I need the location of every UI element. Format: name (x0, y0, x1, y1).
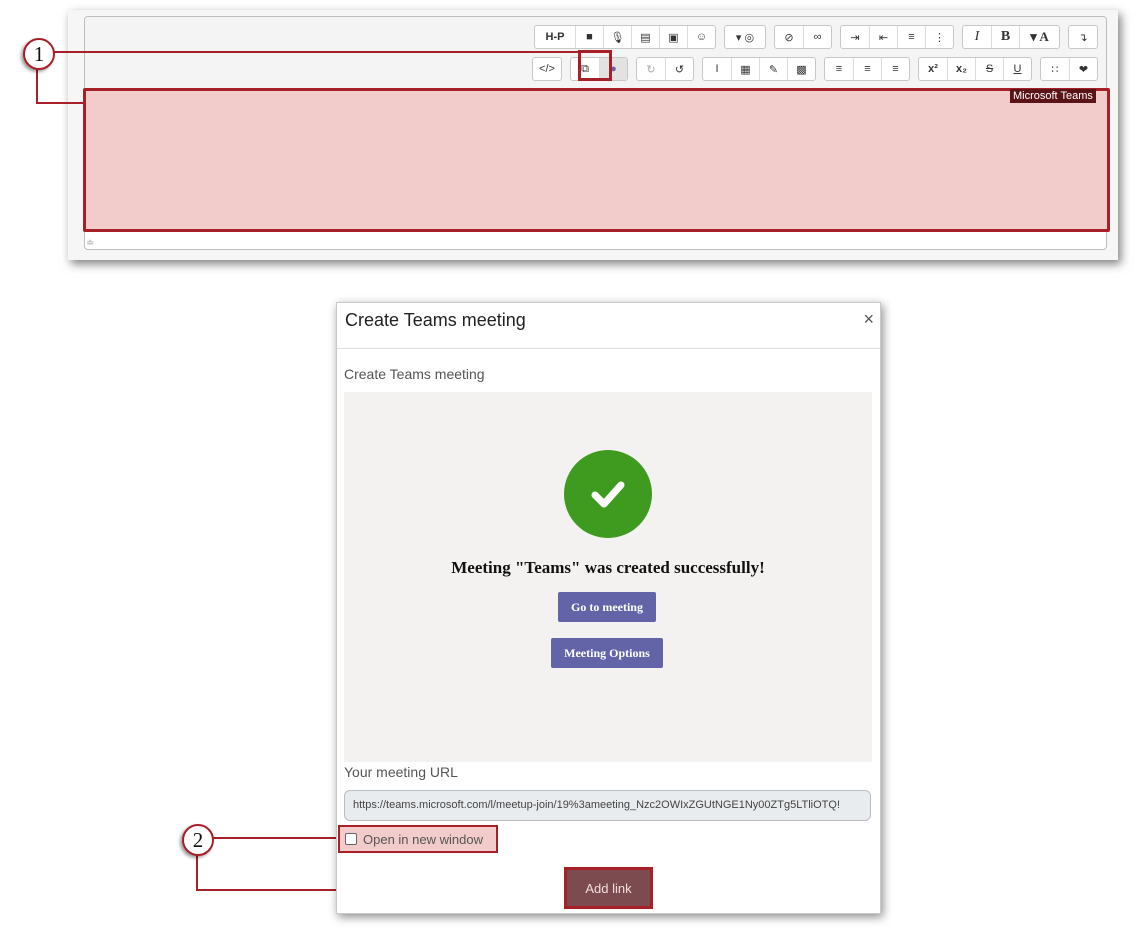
meeting-options-button[interactable]: Meeting Options (551, 638, 663, 668)
callout-marker-1: 1 (23, 38, 55, 70)
close-icon[interactable]: × (863, 309, 874, 330)
open-new-window-checkbox[interactable] (345, 833, 357, 845)
callout-marker-2: 2 (182, 824, 214, 856)
meeting-panel: Meeting "Teams" was created successfully… (344, 392, 872, 762)
meeting-url-field[interactable]: https://teams.microsoft.com/l/meetup-joi… (344, 790, 871, 821)
add-link-button[interactable]: Add link (564, 867, 653, 909)
create-teams-meeting-dialog: Create Teams meeting × Create Teams meet… (336, 302, 881, 914)
url-label: Your meeting URL (344, 764, 458, 780)
open-new-window-checkbox-row[interactable]: Open in new window (338, 825, 498, 853)
success-message: Meeting "Teams" was created successfully… (451, 558, 765, 577)
go-to-meeting-button[interactable]: Go to meeting (558, 592, 656, 622)
dialog-title: Create Teams meeting (345, 310, 526, 330)
checkbox-label: Open in new window (363, 831, 483, 847)
dialog-divider (337, 348, 880, 349)
section-label: Create Teams meeting (344, 366, 485, 382)
success-check-icon (564, 450, 652, 538)
checkmark-icon (591, 481, 625, 508)
